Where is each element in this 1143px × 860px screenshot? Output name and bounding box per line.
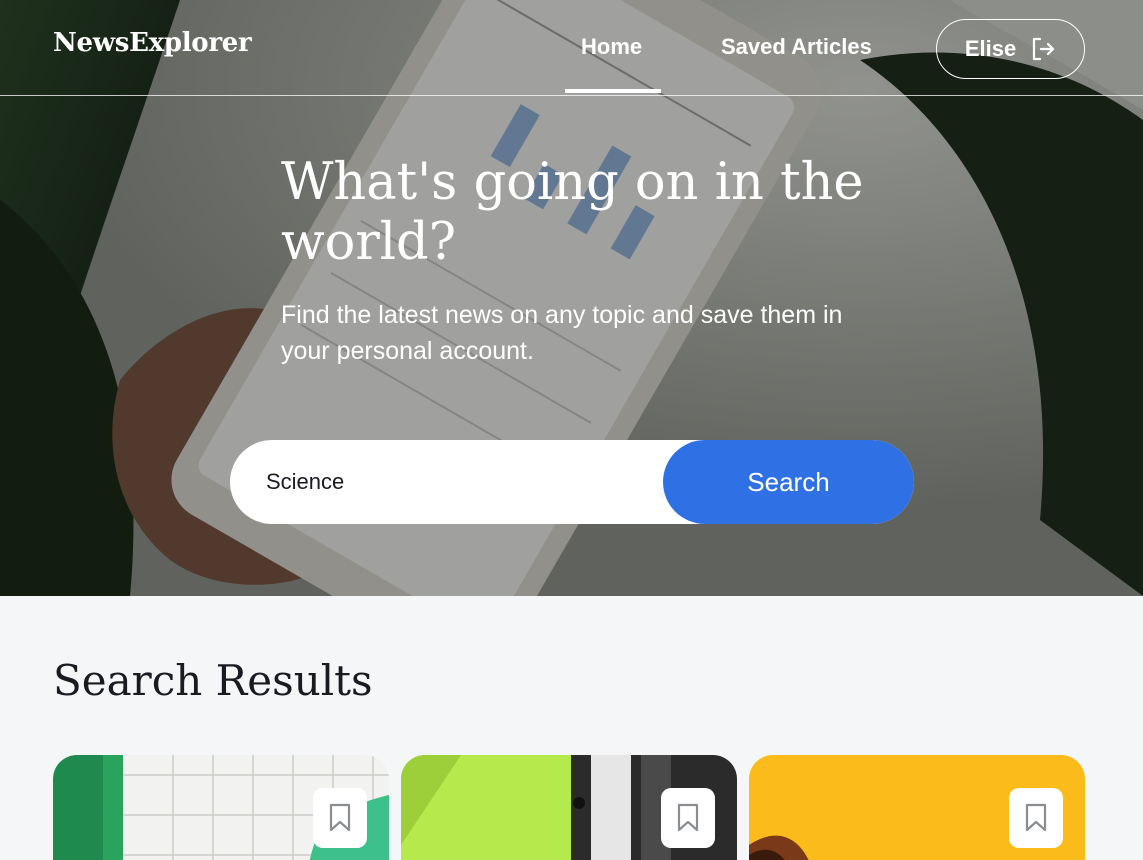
news-card[interactable] — [53, 755, 389, 860]
bookmark-icon — [329, 803, 351, 832]
nav-active-indicator — [565, 89, 661, 93]
hero-title: What's going on in the world? — [281, 153, 864, 272]
hero-subtitle: Find the latest news on any topic and sa… — [281, 301, 843, 365]
site-logo[interactable]: NewsExplorer — [53, 28, 252, 58]
bookmark-button[interactable] — [661, 788, 715, 848]
nav-saved-articles-link[interactable]: Saved Articles — [721, 34, 872, 60]
search-button[interactable]: Search — [663, 440, 914, 524]
nav-home-link[interactable]: Home — [581, 34, 642, 60]
logout-icon — [1030, 36, 1056, 62]
bookmark-button[interactable] — [1009, 788, 1063, 848]
search-results-title: Search Results — [53, 656, 373, 705]
search-form: Search — [230, 440, 914, 524]
search-input[interactable] — [266, 460, 666, 504]
bookmark-icon — [677, 803, 699, 832]
news-card[interactable] — [749, 755, 1085, 860]
user-name-label: Elise — [964, 36, 1017, 61]
news-card[interactable] — [401, 755, 737, 860]
site-header: NewsExplorer Home Saved Articles Elise — [0, 0, 1143, 96]
user-logout-button[interactable]: Elise — [936, 19, 1085, 79]
bookmark-button[interactable] — [313, 788, 367, 848]
hero-section: NewsExplorer Home Saved Articles Elise W… — [0, 0, 1143, 596]
bookmark-icon — [1025, 803, 1047, 832]
